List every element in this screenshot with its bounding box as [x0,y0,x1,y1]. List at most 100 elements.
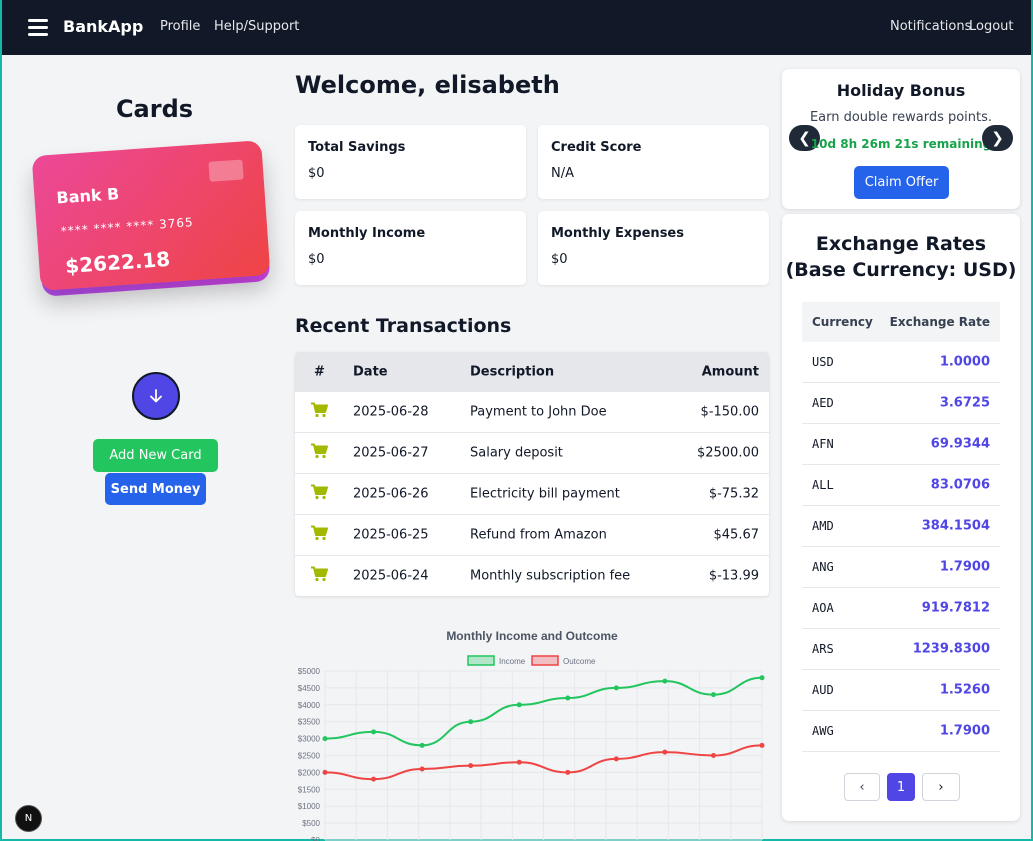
data-point-income[interactable] [322,736,328,742]
col-header-exchange-rate: Exchange Rate [889,315,990,329]
rates-row: ANG 1.7900 [802,547,1000,588]
tx-description: Refund from Amazon [470,527,607,543]
nav-logout[interactable]: Logout [969,19,1014,34]
data-point-outcome[interactable] [613,756,619,762]
rate-currency: AFN [812,437,834,451]
rates-row: AMD 384.1504 [802,506,1000,547]
rate-value: 919.7812 [921,600,990,616]
data-point-income[interactable] [565,695,571,701]
stat-label: Monthly Income [308,226,426,241]
card-number: **** **** **** 3765 [60,215,195,239]
table-row[interactable]: 2025-06-24 Monthly subscription fee $-13.9… [295,555,769,596]
pagination-prev-button[interactable]: ‹ [844,773,880,801]
rate-value: 1239.8300 [912,641,990,657]
tx-date: 2025-06-24 [353,568,429,584]
nav-notifications[interactable]: Notifications [890,19,971,34]
send-money-button[interactable]: Send Money [105,473,206,505]
data-point-income[interactable] [371,729,377,735]
tx-description: Monthly subscription fee [470,568,631,584]
rates-row: ARS 1239.8300 [802,629,1000,670]
rates-row: AUD 1.5260 [802,670,1000,711]
rate-currency: AWG [812,724,834,738]
data-point-outcome[interactable] [419,766,425,772]
rates-row: AFN 69.9344 [802,424,1000,465]
table-row[interactable]: 2025-06-28 Payment to John Doe $-150.00 [295,391,769,432]
rate-value: 1.5260 [939,682,990,698]
menu-icon[interactable] [28,19,48,37]
card-stack[interactable]: Bank B **** **** **** 3765 $2622.18 [31,140,277,307]
legend-swatch[interactable] [467,655,495,666]
rate-currency: ANG [812,560,834,574]
data-point-outcome[interactable] [565,769,571,775]
add-new-card-button[interactable]: Add New Card [93,439,218,472]
tx-description: Salary deposit [470,445,563,461]
nav-profile[interactable]: Profile [160,19,200,34]
legend-swatch[interactable] [531,655,559,666]
data-point-income[interactable] [710,692,716,698]
col-header-number: # [314,364,325,379]
rate-currency: ARS [812,642,834,656]
data-point-outcome[interactable] [516,759,522,765]
data-point-outcome[interactable] [710,753,716,758]
data-point-outcome[interactable] [468,763,474,769]
rate-value: 384.1504 [921,518,990,534]
data-point-outcome[interactable] [371,776,377,782]
dev-indicator-badge[interactable]: N [15,805,42,832]
y-tick-label: $3000 [298,735,321,744]
next-offer-button[interactable]: ❯ [982,125,1013,151]
table-row[interactable]: 2025-06-25 Refund from Amazon $45.67 [295,514,769,555]
stat-value: N/A [551,166,574,181]
pagination-next-button[interactable]: › [922,773,960,801]
income-outcome-chart: Monthly Income and Outcome $5000 $4500 $40… [295,620,769,841]
table-row[interactable]: 2025-06-27 Salary deposit $2500.00 [295,432,769,473]
cards-title: Cards [115,95,194,123]
rates-row: AOA 919.7812 [802,588,1000,629]
recent-transactions-title: Recent Transactions [295,315,512,337]
data-point-outcome[interactable] [662,749,668,755]
cart-icon [310,525,328,545]
y-tick-label: $1000 [298,802,321,811]
exchange-rates-table: Currency Exchange Rate USD 1.0000 AED 3.672… [802,302,1000,752]
chart-svg: $5000 $4500 $4000 $3500 $3000 $2500 $2000 $1500… [298,655,765,841]
legend-label[interactable]: Income [499,657,526,666]
data-point-income[interactable] [516,702,522,708]
table-row[interactable]: 2025-06-26 Electricity bill payment $-75.3… [295,473,769,514]
y-tick-label: $1500 [298,785,321,794]
chevron-right-icon: › [938,779,944,795]
claim-offer-button[interactable]: Claim Offer [854,166,949,199]
tx-amount: $-13.99 [708,568,759,584]
bonus-description: Earn double rewards points. [809,110,993,125]
stat-label: Total Savings [308,140,406,155]
tx-amount: $45.67 [713,527,760,543]
data-point-outcome[interactable] [759,742,765,748]
rate-currency: AOA [812,601,834,615]
brand-logo[interactable]: BankApp [63,17,143,36]
bank-card[interactable]: Bank B **** **** **** 3765 $2622.18 [31,140,271,291]
rate-value: 1.7900 [939,559,990,575]
data-point-income[interactable] [419,742,425,748]
card-balance: $2622.18 [64,246,171,279]
data-point-income[interactable] [662,678,668,684]
rate-value: 83.0706 [930,477,990,493]
tx-amount: $-150.00 [700,404,759,420]
legend-label[interactable]: Outcome [563,657,596,666]
tx-description: Electricity bill payment [470,486,620,502]
rate-currency: AED [812,396,834,410]
y-tick-label: $0 [311,836,320,841]
data-point-income[interactable] [613,685,619,691]
data-point-income[interactable] [759,675,765,681]
pagination-page-1[interactable]: 1 [887,773,915,801]
next-card-button[interactable] [132,372,180,420]
stat-monthly-income: Monthly Income $0 [295,211,526,285]
col-header-description: Description [470,364,555,379]
data-point-outcome[interactable] [322,769,328,775]
nav-help-support[interactable]: Help/Support [214,19,299,34]
data-point-income[interactable] [468,719,474,725]
tx-amount: $2500.00 [696,445,759,461]
rates-table-header: Currency Exchange Rate [802,302,1000,342]
y-tick-label: $5000 [298,667,321,676]
cart-icon [310,566,328,586]
tx-date: 2025-06-28 [353,404,429,420]
rate-value: 69.9344 [930,436,990,452]
exchange-rates-title-line1: Exchange Rates [815,233,987,255]
